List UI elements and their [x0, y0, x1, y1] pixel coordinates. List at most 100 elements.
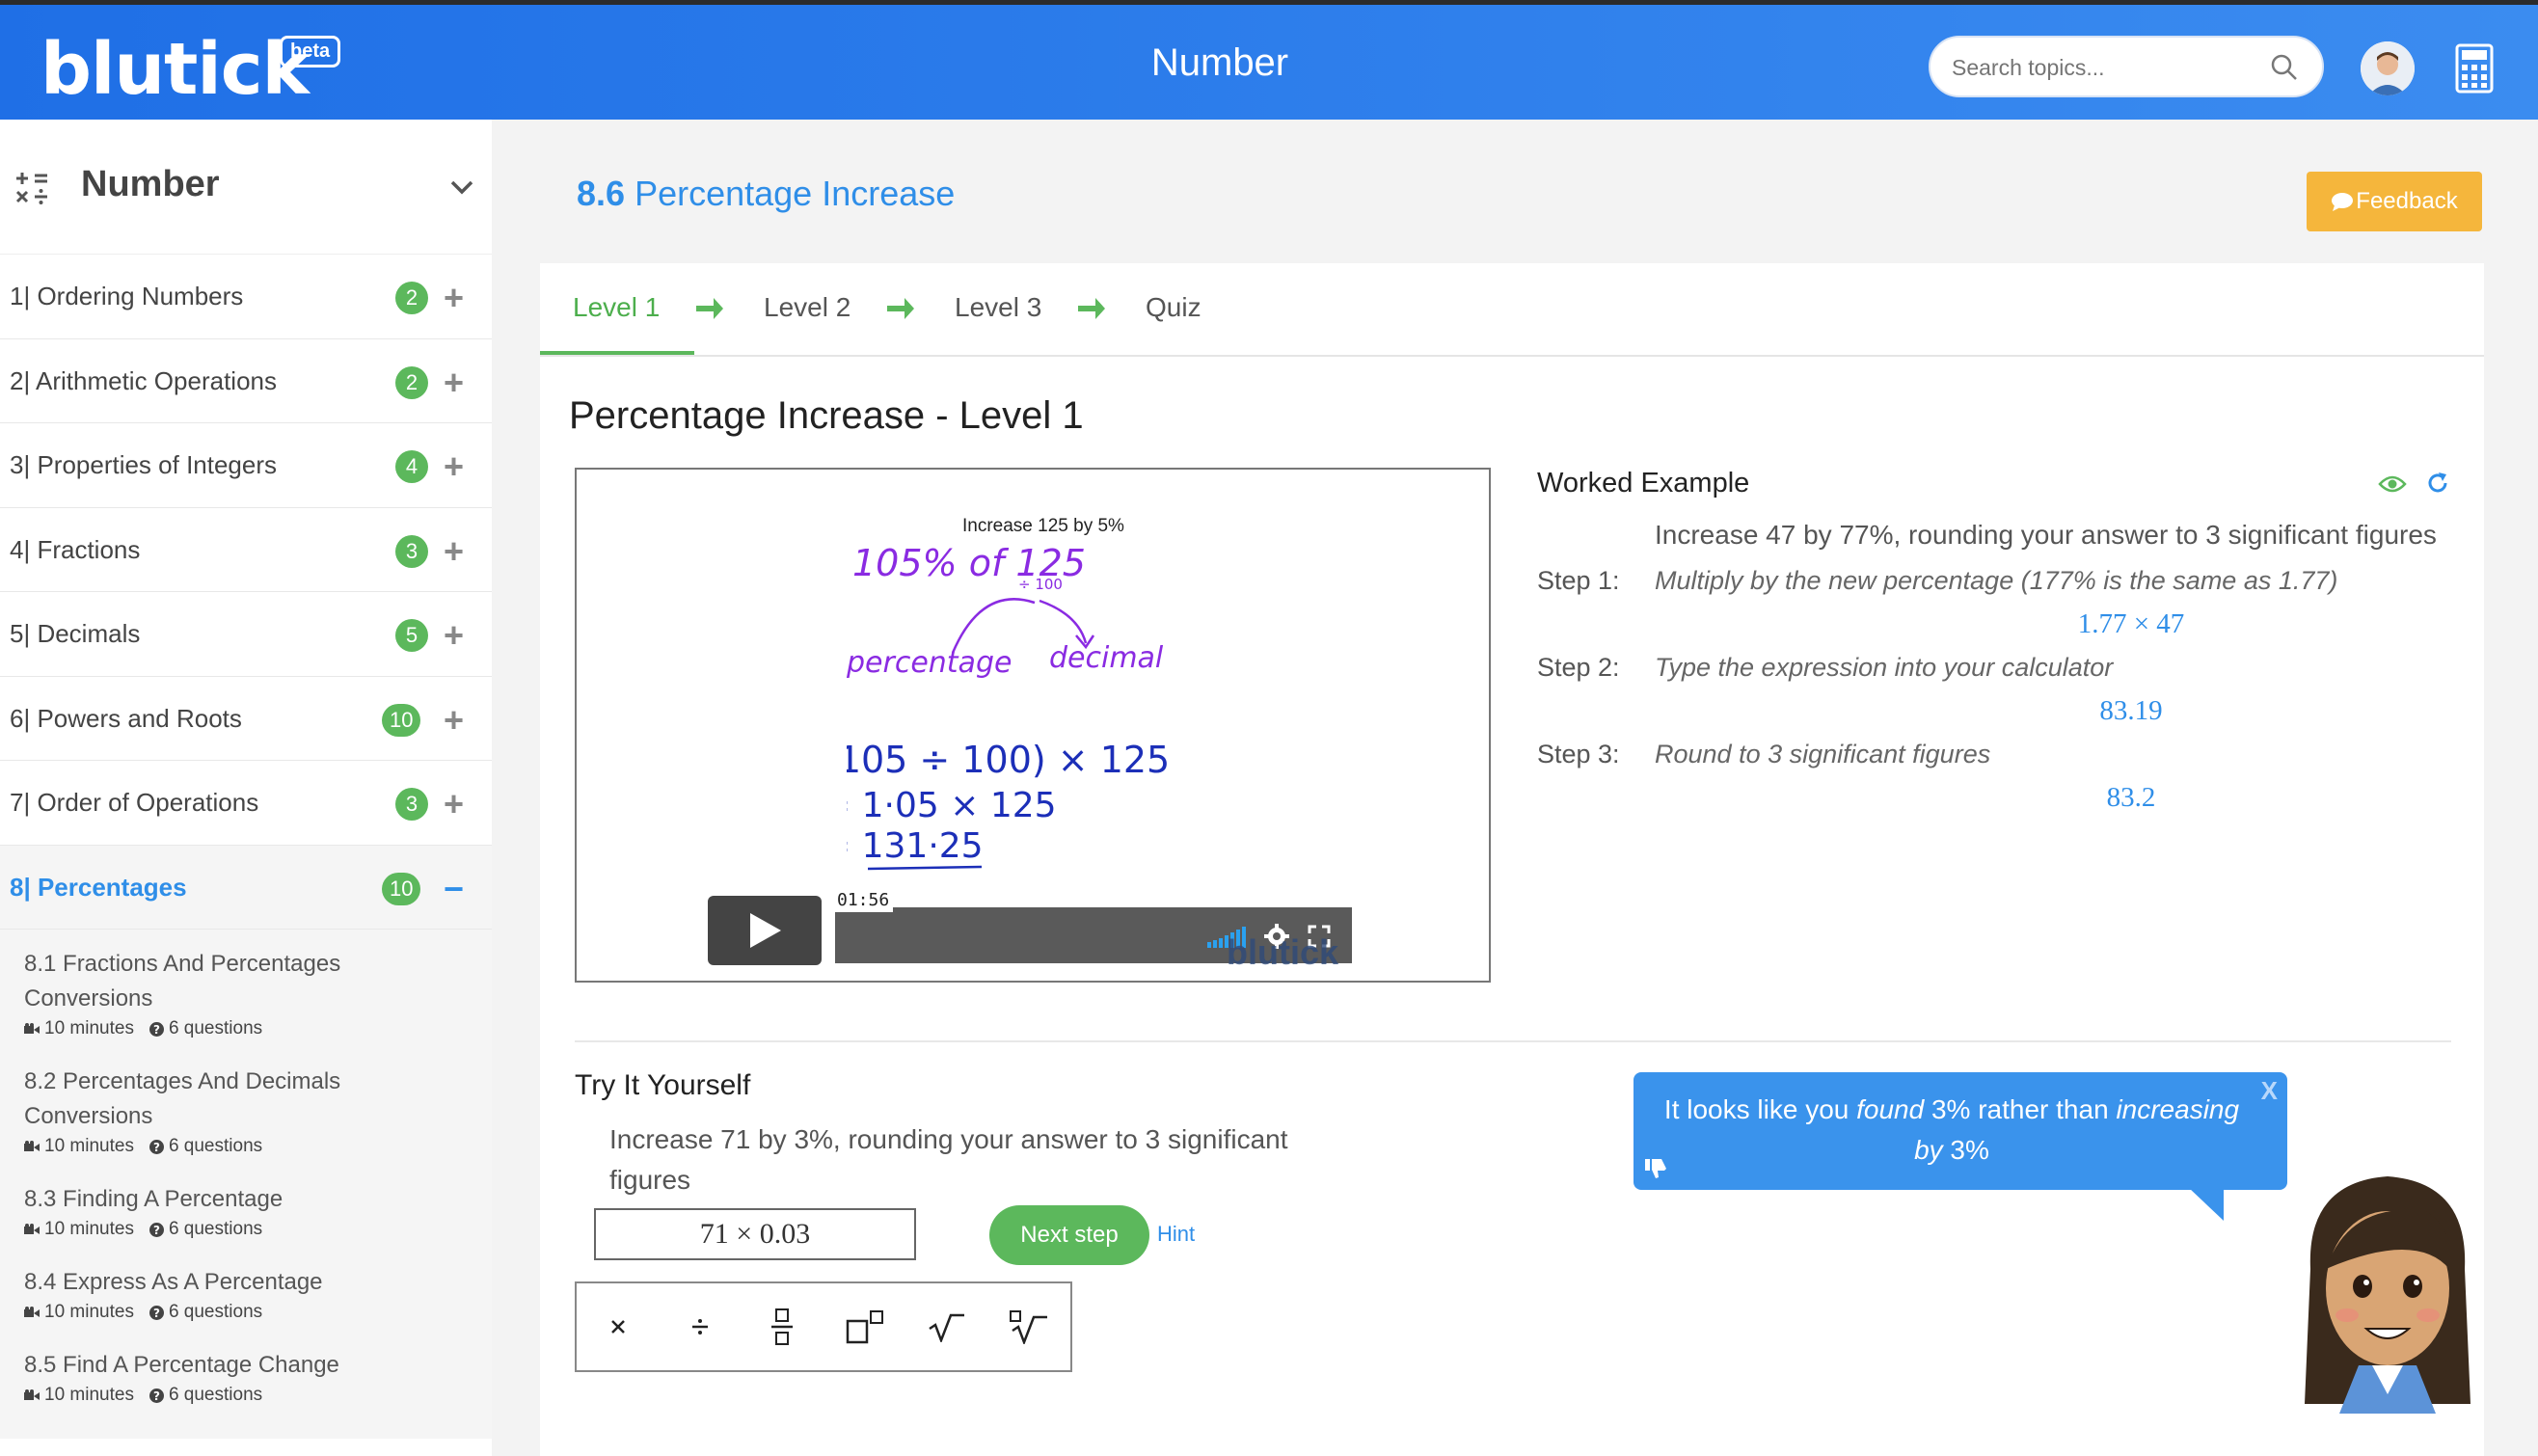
- subtopic-label: 8.4 Express As A Percentage: [24, 1269, 323, 1295]
- topic-label: 5| Decimals: [10, 619, 141, 648]
- svg-text:?: ?: [153, 1389, 160, 1403]
- math-toolbar: [575, 1281, 1072, 1372]
- topic-count-badge: 10: [382, 703, 421, 737]
- svg-text:?: ?: [153, 1307, 160, 1320]
- user-avatar[interactable]: [2361, 41, 2415, 95]
- square-root-button[interactable]: [905, 1283, 987, 1370]
- video-word-2: decimal: [1049, 641, 1164, 675]
- refresh-icon[interactable]: [2426, 472, 2449, 495]
- divide-button[interactable]: [659, 1283, 741, 1370]
- duration: 10 minutes: [24, 1219, 134, 1240]
- step-2-label: Step 2:: [1537, 653, 1620, 682]
- calculator-icon[interactable]: [2455, 43, 2494, 94]
- video-player[interactable]: Increase 125 by 5% 105% of 125 ÷ 100 per…: [575, 468, 1491, 983]
- arrow-right-icon: [696, 298, 723, 319]
- sidebar-topic-order-of-operations[interactable]: 7| Order of Operations 3 +: [0, 761, 492, 846]
- sidebar-topic-percentages[interactable]: 8| Percentages 10 −: [0, 845, 492, 930]
- expand-plus-icon[interactable]: +: [444, 363, 464, 403]
- subtopic-item[interactable]: 8.4 Express As A Percentage 10 minutes ?…: [0, 1240, 492, 1323]
- expand-plus-icon[interactable]: +: [444, 784, 464, 824]
- thumbs-down-icon[interactable]: [1643, 1157, 1668, 1180]
- sidebar-topic-properties-of-integers[interactable]: 3| Properties of Integers 4 +: [0, 423, 492, 508]
- power-button[interactable]: [824, 1283, 905, 1370]
- step-1-value: 1.77 × 47: [2077, 608, 2185, 639]
- sidebar: Number 1| Ordering Numbers 2 + 2| Arithm…: [0, 120, 492, 1456]
- expand-plus-icon[interactable]: +: [444, 531, 464, 572]
- search-input[interactable]: [1952, 51, 2260, 84]
- topic-label: 1| Ordering Numbers: [10, 282, 244, 310]
- hint-link[interactable]: Hint: [1157, 1222, 1195, 1247]
- power-icon: [846, 1310, 883, 1344]
- active-tab-indicator: [540, 351, 694, 355]
- question-circle-icon: ?: [148, 1305, 164, 1320]
- try-it-question: Increase 71 by 3%, rounding your answer …: [609, 1124, 1288, 1195]
- expand-plus-icon[interactable]: +: [444, 278, 464, 318]
- svg-text:?: ?: [153, 1023, 160, 1037]
- next-step-button[interactable]: Next step: [989, 1205, 1149, 1265]
- video-camera-icon: [24, 1141, 40, 1151]
- video-equation-1: (105 ÷ 100) × 125: [847, 739, 1170, 781]
- step-2-value: 83.19: [2099, 695, 2163, 726]
- tutor-feedback-text: It looks like you found 3% rather than i…: [1663, 1094, 2240, 1165]
- video-camera-icon: [24, 1023, 40, 1034]
- expand-plus-icon[interactable]: +: [444, 700, 464, 741]
- lesson-panel: Level 1 Level 2 Level 3 Quiz Percentage …: [540, 263, 2484, 1456]
- sidebar-topic-fractions[interactable]: 4| Fractions 3 +: [0, 508, 492, 592]
- subtopic-label: 8.5 Find A Percentage Change: [24, 1352, 339, 1378]
- answer-input[interactable]: 71 × 0.03: [594, 1208, 916, 1260]
- sidebar-topic-arithmetic-operations[interactable]: 2| Arithmetic Operations 2 +: [0, 339, 492, 423]
- nth-root-button[interactable]: [988, 1283, 1070, 1370]
- tutor-feedback-bubble: It looks like you found 3% rather than i…: [1634, 1072, 2287, 1190]
- nth-root-icon: [1010, 1310, 1048, 1344]
- question-circle-icon: ?: [148, 1021, 164, 1037]
- multiply-button[interactable]: [577, 1283, 659, 1370]
- comment-icon: [2332, 193, 2354, 211]
- lesson-title: 8.6 Percentage Increase: [577, 174, 955, 214]
- search-icon[interactable]: [2268, 51, 2301, 84]
- tab-quiz[interactable]: Quiz: [1146, 292, 1202, 323]
- tab-level-1[interactable]: Level 1: [573, 292, 660, 323]
- fraction-icon: [771, 1308, 794, 1345]
- subtopic-item[interactable]: 8.1 Fractions And Percentages Conversion…: [0, 930, 492, 1039]
- feedback-button[interactable]: Feedback: [2307, 172, 2482, 231]
- top-bar: blutick beta Number: [0, 0, 2538, 120]
- eye-icon[interactable]: [2378, 473, 2407, 495]
- subtopic-item[interactable]: 8.2 Percentages And Decimals Conversions…: [0, 1039, 492, 1157]
- question-circle-icon: ?: [148, 1388, 164, 1403]
- question-count: ? 6 questions: [148, 1302, 262, 1323]
- expand-plus-icon[interactable]: +: [444, 446, 464, 487]
- chevron-down-icon[interactable]: [447, 175, 476, 199]
- collapse-minus-icon[interactable]: −: [444, 869, 464, 909]
- search-box[interactable]: [1929, 36, 2324, 97]
- sidebar-header[interactable]: Number: [0, 120, 492, 255]
- feedback-label: Feedback: [2356, 188, 2458, 214]
- topic-count-badge: 10: [382, 872, 421, 905]
- level-title: Percentage Increase - Level 1: [569, 394, 1084, 437]
- topic-label: 7| Order of Operations: [10, 788, 259, 817]
- lesson-number: 8.6: [577, 174, 626, 213]
- logo[interactable]: blutick: [40, 28, 310, 111]
- step-3-value: 83.2: [2106, 782, 2156, 813]
- arrow-right-icon: [1078, 298, 1105, 319]
- sidebar-topic-decimals[interactable]: 5| Decimals 5 +: [0, 592, 492, 677]
- video-watermark: blutick: [1227, 932, 1339, 972]
- question-circle-icon: ?: [148, 1222, 164, 1237]
- try-it-title: Try It Yourself: [575, 1069, 751, 1101]
- video-timestamp: 01:56: [833, 888, 894, 912]
- play-button[interactable]: [708, 896, 822, 965]
- duration: 10 minutes: [24, 1385, 134, 1406]
- video-small-note: ÷ 100: [1018, 576, 1063, 593]
- expand-plus-icon[interactable]: +: [444, 615, 464, 656]
- close-bubble-button[interactable]: X: [2261, 1076, 2278, 1106]
- tab-level-2[interactable]: Level 2: [764, 292, 850, 323]
- step-3-text: Round to 3 significant figures: [1655, 740, 1991, 768]
- subtopic-item[interactable]: 8.5 Find A Percentage Change 10 minutes …: [0, 1323, 492, 1406]
- question-count: ? 6 questions: [148, 1018, 262, 1039]
- sidebar-topic-powers-and-roots[interactable]: 6| Powers and Roots 10 +: [0, 677, 492, 761]
- tab-level-3[interactable]: Level 3: [955, 292, 1041, 323]
- level-tabs: Level 1 Level 2 Level 3 Quiz: [540, 263, 2484, 357]
- topic-label: 4| Fractions: [10, 534, 141, 564]
- subtopic-item[interactable]: 8.3 Finding A Percentage 10 minutes ? 6 q…: [0, 1157, 492, 1240]
- fraction-button[interactable]: [742, 1283, 824, 1370]
- sidebar-topic-ordering-numbers[interactable]: 1| Ordering Numbers 2 +: [0, 255, 492, 339]
